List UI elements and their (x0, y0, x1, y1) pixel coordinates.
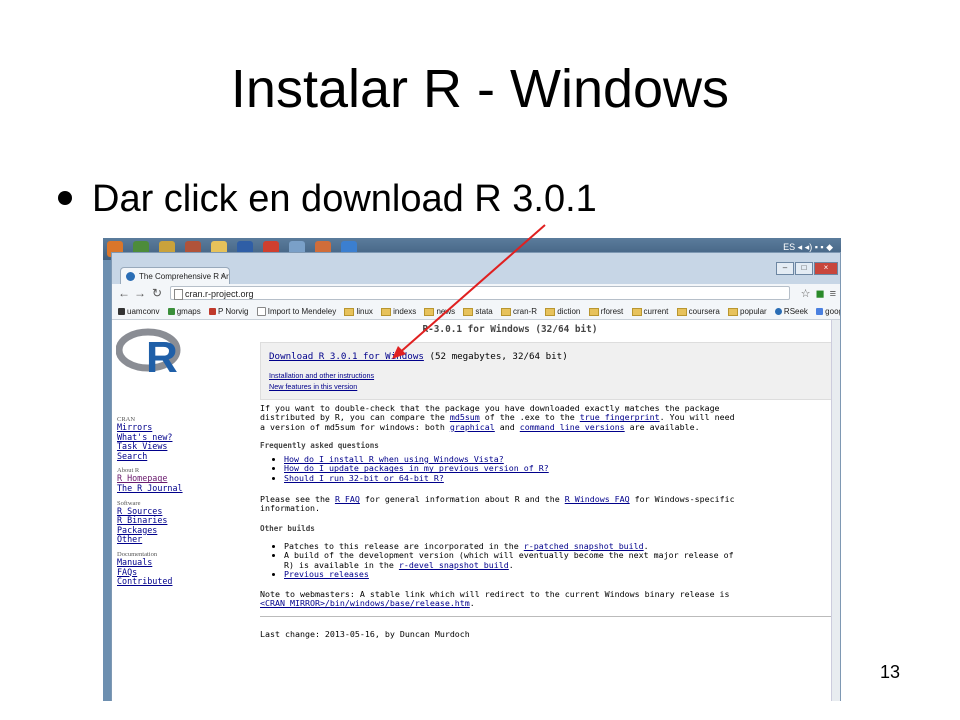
annotation-arrow (392, 224, 546, 359)
arrow-line (396, 224, 546, 356)
slide-number: 13 (879, 662, 900, 682)
